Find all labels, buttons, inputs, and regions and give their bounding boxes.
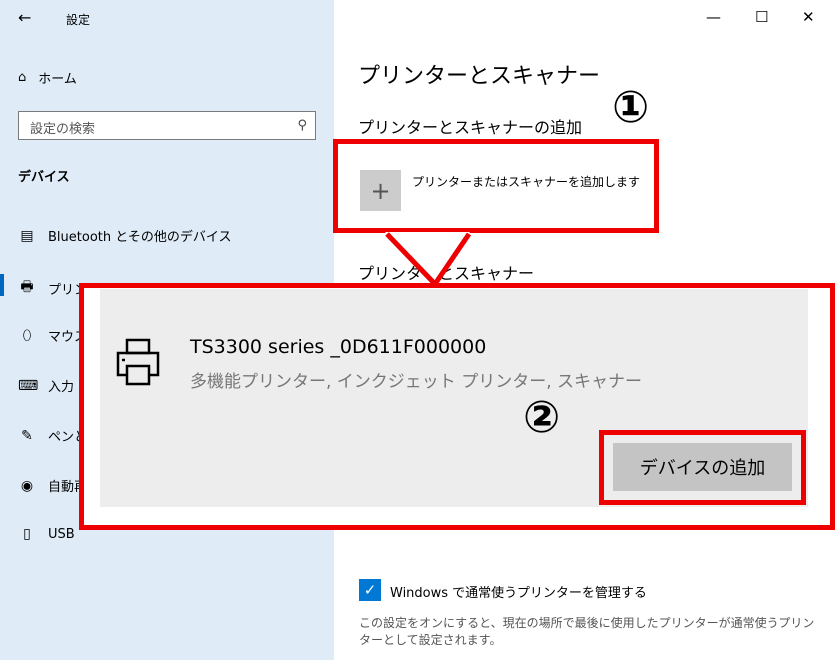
keyboard-icon: ⌨ bbox=[18, 377, 39, 394]
sidebar-item-label: 入力 bbox=[48, 380, 75, 395]
checkmark-icon: ✓ bbox=[363, 581, 377, 599]
search-placeholder: 設定の検索 bbox=[30, 122, 96, 137]
pen-icon: ✎ bbox=[21, 427, 33, 444]
minimize-button[interactable]: — bbox=[706, 8, 721, 26]
step-marker-2: ② bbox=[523, 392, 561, 443]
device-name: TS3300 series _0D611F000000 bbox=[190, 336, 487, 358]
search-icon: ⚲ bbox=[297, 118, 307, 133]
add-section-heading: プリンターとスキャナーの追加 bbox=[358, 118, 583, 137]
sidebar-item-home[interactable]: ⌂ ホーム bbox=[18, 68, 77, 87]
page-title: プリンターとスキャナー bbox=[358, 64, 601, 89]
printer-icon bbox=[116, 338, 160, 386]
device-type: 多機能プリンター, インクジェット プリンター, スキャナー bbox=[190, 372, 643, 392]
maximize-button[interactable]: ☐ bbox=[755, 8, 768, 26]
sidebar-item-label: Bluetooth とその他のデバイス bbox=[48, 230, 232, 245]
home-label: ホーム bbox=[38, 72, 77, 87]
autoplay-icon: ◉ bbox=[20, 477, 34, 494]
manage-default-description: この設定をオンにすると、現在の場所で最後に使用したプリンターが通常使うプリンター… bbox=[359, 616, 815, 647]
usb-icon: ▯ bbox=[23, 526, 31, 542]
close-button[interactable]: ✕ bbox=[802, 8, 815, 26]
printer-icon: 🖶 bbox=[20, 279, 34, 295]
sidebar-item-bluetooth[interactable]: ▤ Bluetooth とその他のデバイス bbox=[18, 226, 232, 246]
sidebar-item-usb[interactable]: ▯ USB bbox=[18, 526, 75, 542]
manage-default-checkbox[interactable]: ✓ bbox=[359, 579, 381, 601]
selected-indicator bbox=[0, 274, 4, 296]
titlebar: ← 設定 bbox=[0, 0, 334, 36]
step-marker-1: ① bbox=[612, 82, 650, 133]
sidebar-item-input[interactable]: ⌨ 入力 bbox=[18, 376, 75, 396]
sidebar-item-label: USB bbox=[48, 526, 75, 542]
manage-default-label: Windows で通常使うプリンターを管理する bbox=[390, 586, 647, 601]
add-device-button[interactable]: デバイスの追加 bbox=[613, 443, 792, 491]
search-input[interactable]: 設定の検索 ⚲ bbox=[18, 111, 316, 140]
sidebar-item-mouse[interactable]: ⬯ マウス bbox=[18, 326, 87, 346]
arrow-left-icon[interactable]: ← bbox=[18, 8, 31, 27]
bluetooth-devices-icon: ▤ bbox=[20, 227, 34, 244]
sidebar-section-title: デバイス bbox=[18, 170, 70, 185]
mouse-icon: ⬯ bbox=[22, 327, 32, 344]
callout-box-1 bbox=[333, 139, 659, 233]
home-icon: ⌂ bbox=[18, 70, 27, 85]
app-title: 設定 bbox=[66, 13, 91, 27]
